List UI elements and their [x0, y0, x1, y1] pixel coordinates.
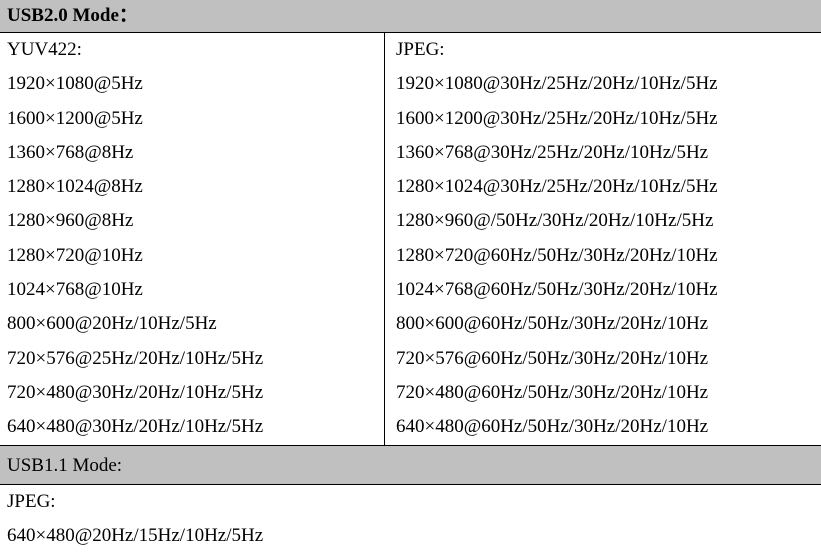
list-item: 1280×1024@30Hz/25Hz/20Hz/10Hz/5Hz — [396, 176, 718, 198]
list-item: 1600×1200@30Hz/25Hz/20Hz/10Hz/5Hz — [396, 107, 718, 129]
yuv422-column: YUV422: 1920×1080@5Hz 1600×1200@5Hz 1360… — [7, 33, 377, 445]
list-item: 720×480@60Hz/50Hz/30Hz/20Hz/10Hz — [396, 381, 709, 403]
list-item: 640×480@20Hz/15Hz/10Hz/5Hz — [7, 525, 264, 546]
list-item: 1280×960@/50Hz/30Hz/20Hz/10Hz/5Hz — [396, 210, 714, 232]
list-item: 720×576@60Hz/50Hz/30Hz/20Hz/10Hz — [396, 347, 709, 369]
yuv422-header: YUV422: — [7, 39, 82, 60]
list-item: 1360×768@30Hz/25Hz/20Hz/10Hz/5Hz — [396, 141, 709, 163]
list-item: 720×480@30Hz/20Hz/10Hz/5Hz — [7, 381, 264, 403]
list-item: 1024×768@60Hz/50Hz/30Hz/20Hz/10Hz — [396, 279, 718, 301]
list-item: 1600×1200@5Hz — [7, 107, 143, 129]
resolution-table: USB2.0 Mode： YUV422: 1920×1080@5Hz 1600×… — [0, 0, 821, 549]
usb11-formats: JPEG: 640×480@20Hz/15Hz/10Hz/5Hz — [7, 485, 807, 553]
list-item: 1360×768@8Hz — [7, 141, 134, 163]
list-item: 1280×720@60Hz/50Hz/30Hz/20Hz/10Hz — [396, 244, 718, 266]
list-item: 1280×960@8Hz — [7, 210, 134, 232]
list-item: 640×480@30Hz/20Hz/10Hz/5Hz — [7, 416, 264, 438]
list-item: 800×600@60Hz/50Hz/30Hz/20Hz/10Hz — [396, 313, 709, 335]
list-item: 1920×1080@5Hz — [7, 73, 143, 95]
jpeg-column: JPEG: 1920×1080@30Hz/25Hz/20Hz/10Hz/5Hz … — [396, 33, 816, 445]
list-item: 1280×720@10Hz — [7, 244, 143, 266]
column-divider — [384, 33, 385, 445]
list-item: 1280×1024@8Hz — [7, 176, 143, 198]
jpeg-header: JPEG: — [396, 39, 445, 60]
usb20-formats-grid: YUV422: 1920×1080@5Hz 1600×1200@5Hz 1360… — [0, 33, 821, 445]
list-item: 800×600@20Hz/10Hz/5Hz — [7, 313, 217, 335]
list-item: 640×480@60Hz/50Hz/30Hz/20Hz/10Hz — [396, 416, 709, 438]
usb20-mode-heading: USB2.0 Mode： — [0, 0, 821, 33]
usb11-mode-heading: USB1.1 Mode: — [0, 445, 821, 485]
list-item: 1920×1080@30Hz/25Hz/20Hz/10Hz/5Hz — [396, 73, 718, 95]
list-item: 720×576@25Hz/20Hz/10Hz/5Hz — [7, 347, 264, 369]
usb11-jpeg-header: JPEG: — [7, 491, 56, 512]
list-item: 1024×768@10Hz — [7, 279, 143, 301]
